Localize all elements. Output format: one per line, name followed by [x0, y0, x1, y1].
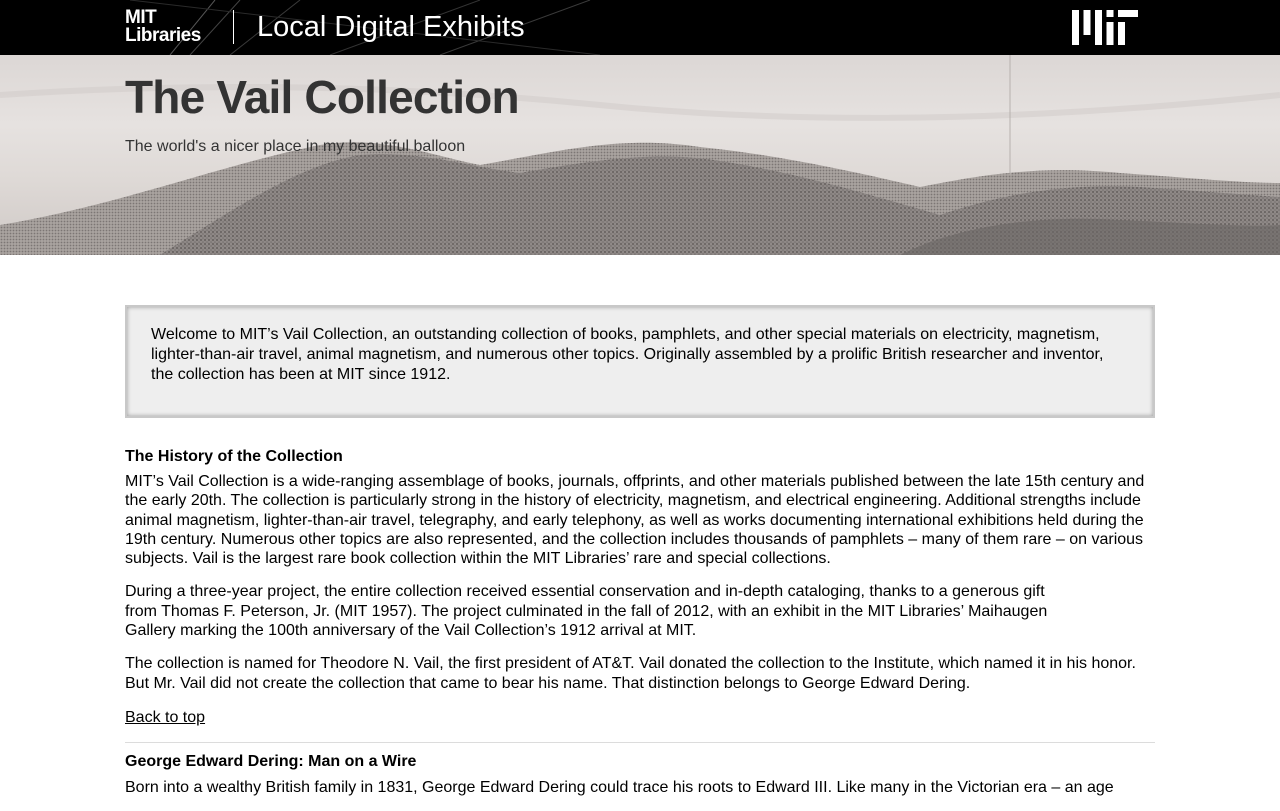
mit-libraries-logo[interactable]: MIT Libraries [125, 8, 201, 46]
history-heading: The History of the Collection [125, 448, 343, 465]
history-paragraph-1: MIT’s Vail Collection is a wide-ranging … [125, 473, 1145, 568]
page-title: The Vail Collection [125, 71, 520, 123]
dering-paragraph: Born into a wealthy British family in 18… [125, 778, 1114, 796]
history-paragraph-2: During a three-year project, the entire … [125, 583, 1048, 640]
main-content: Welcome to MIT’s Vail Collection, an out… [125, 305, 1155, 811]
dering-heading: George Edward Dering: Man on a Wire [125, 752, 417, 770]
site-header: MIT Libraries Local Digital Exhibits [0, 0, 1280, 55]
mit-logo-icon[interactable] [1072, 10, 1138, 45]
logo-line-libraries: Libraries [125, 25, 201, 46]
section-divider [125, 741, 1155, 743]
header-divider [233, 10, 234, 44]
history-paragraph-3: The collection is named for Theodore N. … [125, 655, 1136, 692]
intro-box: Welcome to MIT’s Vail Collection, an out… [125, 305, 1155, 418]
back-to-top-link[interactable]: Back to top [125, 708, 205, 727]
page-subtitle: The world's a nicer place in my beautifu… [125, 138, 466, 155]
hero-banner: The Vail Collection The world's a nicer … [0, 55, 1280, 255]
site-title-link[interactable]: Local Digital Exhibits [257, 10, 525, 44]
